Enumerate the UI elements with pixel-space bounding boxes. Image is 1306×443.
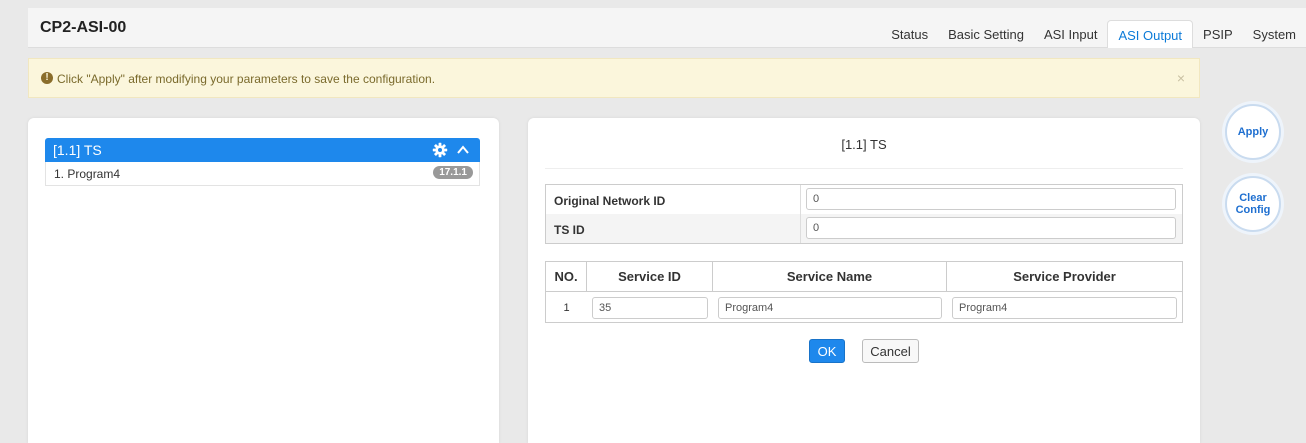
ok-button[interactable]: OK — [809, 339, 845, 363]
ts-param-table: Original Network ID TS ID — [545, 184, 1183, 244]
ts-tree-header-label: [1.1] TS — [53, 142, 102, 158]
divider — [800, 214, 801, 243]
divider — [545, 168, 1183, 169]
info-alert: ! Click "Apply" after modifying your par… — [28, 58, 1200, 98]
col-service-name: Service Name — [713, 262, 947, 292]
col-no: NO. — [546, 262, 587, 292]
row-no: 1 — [563, 302, 570, 314]
ts-id-input[interactable] — [806, 217, 1176, 239]
tab-basic-setting[interactable]: Basic Setting — [938, 20, 1034, 48]
tab-asi-input[interactable]: ASI Input — [1034, 20, 1107, 48]
exclamation-circle-icon: ! — [41, 72, 53, 84]
col-service-id: Service ID — [587, 262, 713, 292]
program-badge: 17.1.1 — [433, 166, 473, 179]
clear-config-label: Clear Config — [1236, 192, 1271, 216]
apply-button[interactable]: Apply — [1225, 104, 1281, 160]
clear-config-label-line2: Config — [1235, 204, 1271, 216]
tab-psip[interactable]: PSIP — [1193, 20, 1243, 48]
alert-text: Click "Apply" after modifying your param… — [57, 72, 436, 86]
clear-config-button[interactable]: Clear Config — [1225, 176, 1281, 232]
param-row-network-id: Original Network ID — [546, 185, 1182, 214]
service-id-input[interactable] — [592, 297, 708, 319]
ts-id-label: TS ID — [554, 223, 585, 237]
cancel-button[interactable]: Cancel — [862, 339, 919, 363]
tree-item-label: 1. Program4 — [54, 167, 121, 181]
service-table-header: NO. Service ID Service Name Service Prov… — [546, 262, 1182, 292]
table-row: 1 — [546, 293, 1182, 323]
original-network-id-label: Original Network ID — [554, 194, 666, 208]
tab-asi-output[interactable]: ASI Output — [1107, 20, 1194, 48]
service-table: NO. Service ID Service Name Service Prov… — [545, 261, 1183, 323]
close-icon[interactable]: × — [1177, 70, 1185, 86]
original-network-id-input[interactable] — [806, 188, 1176, 210]
tab-status[interactable]: Status — [881, 20, 938, 48]
divider — [800, 185, 801, 214]
main-tabs: Status Basic Setting ASI Input ASI Outpu… — [881, 20, 1306, 48]
apply-button-label: Apply — [1237, 126, 1269, 138]
clear-config-label-line1: Clear — [1239, 192, 1267, 204]
tree-item-program4[interactable]: 1. Program4 17.1.1 — [45, 162, 480, 186]
gear-icon[interactable] — [432, 142, 448, 158]
tab-system[interactable]: System — [1243, 20, 1306, 48]
top-bar: CP2-ASI-00 Status Basic Setting ASI Inpu… — [28, 8, 1306, 48]
col-service-provider: Service Provider — [1013, 269, 1116, 284]
service-provider-input[interactable] — [952, 297, 1177, 319]
service-name-input[interactable] — [718, 297, 942, 319]
ts-tree-header[interactable]: [1.1] TS — [45, 138, 480, 162]
detail-title: [1.1] TS — [841, 137, 887, 152]
ts-tree-panel: [1.1] TS 1. Program4 17.1.1 — [28, 118, 499, 443]
chevron-up-icon[interactable] — [456, 143, 470, 157]
app-title: CP2-ASI-00 — [40, 19, 127, 36]
ts-detail-panel: [1.1] TS Original Network ID TS ID NO. S… — [528, 118, 1200, 443]
param-row-ts-id: TS ID — [546, 214, 1182, 243]
